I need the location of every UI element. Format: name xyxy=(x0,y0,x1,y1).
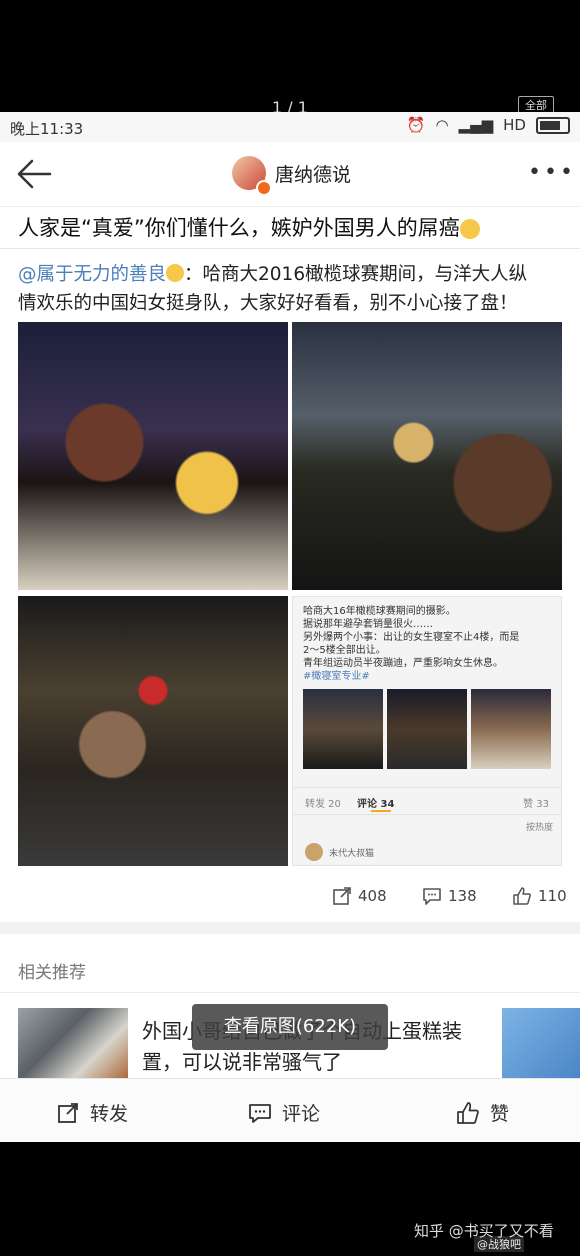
embedded-thumb-3 xyxy=(471,689,551,769)
post-title-text: 人家是“真爱”你们懂什么，嫉妒外国男人的屌癌 xyxy=(18,216,460,240)
repost-icon xyxy=(58,1102,78,1123)
comment-icon xyxy=(249,1103,271,1123)
smile-emoji-icon xyxy=(166,264,185,282)
like-count: 110 xyxy=(538,887,567,905)
repost-icon xyxy=(333,887,351,905)
section-divider xyxy=(0,922,580,934)
embedded-comment: 评论 34 xyxy=(357,799,395,810)
screenshot-card: 晚上11:33 ⏰ ◠ ▂▄▆ HD 唐纳德说 ••• 人家是“真爱”你们懂什么… xyxy=(0,112,580,1142)
body-line2: 情欢乐的中国妇女挺身队，大家好好看看，别不小心接了盘！ xyxy=(18,293,518,314)
signal-icon: ▂▄▆ xyxy=(458,116,494,134)
related-heading: 相关推荐 xyxy=(18,963,86,983)
embedded-stats-row: 转发 20 评论 34 赞 33 xyxy=(293,787,561,815)
embedded-tab-underline xyxy=(371,810,391,812)
status-time: 晚上11:33 xyxy=(10,120,84,138)
alarm-icon: ⏰ xyxy=(406,116,426,134)
view-original-button[interactable]: 查看原图(622K) xyxy=(192,1004,388,1050)
comment-label: 评论 xyxy=(282,1103,321,1125)
bottom-action-bar: 转发 评论 赞 xyxy=(0,1078,580,1141)
back-arrow-icon[interactable] xyxy=(14,156,54,192)
divider xyxy=(0,248,580,249)
embedded-line: 青年组运动员半夜蹦迪，严重影响女生休息。 xyxy=(303,658,503,669)
embedded-line: 哈商大16年橄榄球赛期间的摄影。 xyxy=(303,606,456,617)
like-count-button[interactable]: 110 xyxy=(512,886,567,906)
verified-badge-icon xyxy=(256,180,272,196)
more-icon[interactable]: ••• xyxy=(528,162,576,184)
embedded-like: 赞 33 xyxy=(523,799,549,810)
mention-link[interactable]: @属于无力的善良 xyxy=(18,264,166,285)
embedded-thumb-1 xyxy=(303,689,383,769)
embedded-hot-sort: 按热度 xyxy=(525,823,553,833)
post-title: 人家是“真爱”你们懂什么，嫉妒外国男人的屌癌 xyxy=(18,212,480,242)
comment-button[interactable]: 评论 xyxy=(248,1099,320,1126)
like-button[interactable]: 赞 xyxy=(456,1099,509,1126)
repost-button[interactable]: 转发 xyxy=(56,1099,128,1126)
nav-title[interactable]: 唐纳德说 xyxy=(275,160,351,187)
nav-bar: 唐纳德说 ••• xyxy=(0,142,580,207)
viewer-top-bar xyxy=(0,0,580,112)
repost-count: 408 xyxy=(358,887,387,905)
embedded-thumb-2 xyxy=(387,689,467,769)
like-label: 赞 xyxy=(490,1103,510,1125)
body-line1: ：哈商大2016橄榄球赛期间，与洋大人纵 xyxy=(184,264,528,285)
embedded-repost: 转发 20 xyxy=(305,799,341,810)
repost-count-button[interactable]: 408 xyxy=(332,886,387,906)
thumbs-up-icon xyxy=(457,1101,479,1124)
comment-count-button[interactable]: 138 xyxy=(422,886,477,906)
battery-icon xyxy=(536,116,570,134)
repost-label: 转发 xyxy=(90,1103,129,1125)
photo-3[interactable] xyxy=(18,596,288,866)
embedded-user-avatar xyxy=(305,843,323,861)
dog-emoji-icon xyxy=(459,219,480,239)
embedded-line: 据说那年避孕套销量很火…… xyxy=(303,619,433,630)
comment-icon xyxy=(423,888,441,905)
status-icons: ⏰ ◠ ▂▄▆ HD xyxy=(407,116,570,134)
related-thumbnail-2[interactable] xyxy=(502,1008,580,1078)
network-label: HD xyxy=(503,116,526,134)
embedded-line: 另外爆两个小事：出让的女生寝室不止4楼，而是 xyxy=(303,632,520,643)
wifi-icon: ◠ xyxy=(435,116,449,134)
photo-2[interactable] xyxy=(292,322,562,590)
embedded-line: 2～5楼全部出让。 xyxy=(303,645,386,656)
related-thumbnail[interactable] xyxy=(18,1008,128,1078)
footer-watermark: @战狼吧 xyxy=(474,1236,524,1252)
embedded-tag: #橄寝室专业# xyxy=(303,671,370,682)
divider xyxy=(0,992,580,993)
photo-1[interactable] xyxy=(18,322,288,590)
thumbs-up-icon xyxy=(513,887,531,905)
comment-count: 138 xyxy=(448,887,477,905)
embedded-user-name: 末代大叔猫 xyxy=(329,849,375,859)
post-body: @属于无力的善良 ：哈商大2016橄榄球赛期间，与洋大人纵 情欢乐的中国妇女挺身队… xyxy=(18,260,566,318)
status-bar: 晚上11:33 ⏰ ◠ ▂▄▆ HD xyxy=(0,112,580,142)
photo-4-embedded-screenshot[interactable]: 哈商大16年橄榄球赛期间的摄影。 据说那年避孕套销量很火…… 另外爆两个小事：出… xyxy=(292,596,562,866)
